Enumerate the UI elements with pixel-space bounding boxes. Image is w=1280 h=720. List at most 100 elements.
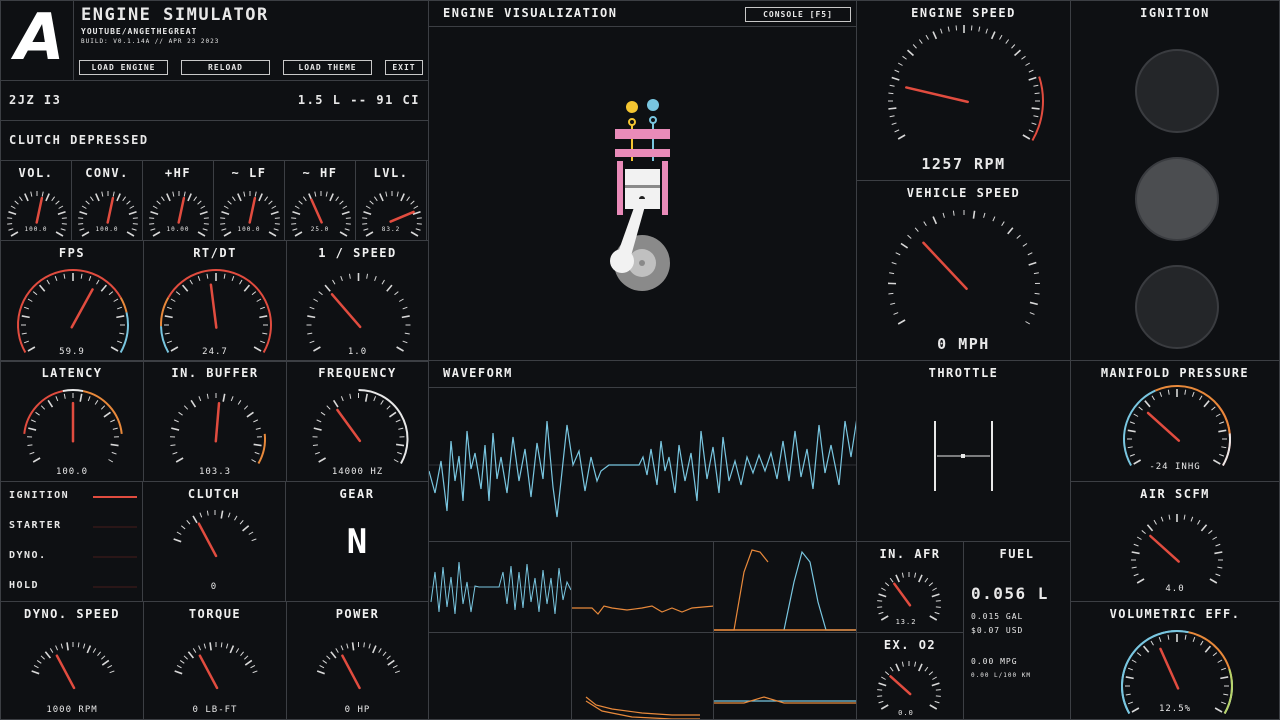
perf_gauges-value: 1.0: [347, 347, 368, 357]
audio_gauges-panel-1: CONV. 100.0: [71, 160, 143, 241]
ignition-title: IGNITION: [1140, 6, 1210, 20]
gauge-needle: [214, 401, 221, 443]
logo: A: [1, 1, 74, 80]
dyno_gauges-panel-0: DYNO. SPEED 1000 RPM: [0, 601, 144, 720]
audio_gauges-panel-0: VOL. 100.0: [0, 160, 72, 241]
ignition-label[interactable]: IGNITION: [9, 490, 69, 501]
scope-3-plot: [714, 549, 856, 631]
volumetric-eff-panel: VOLUMETRIC EFF. 12.5%: [1070, 601, 1280, 720]
starter-indicator: [93, 526, 137, 528]
ignition-indicator: [93, 496, 137, 498]
dyno_gauges-panel-1: TORQUE 0 LB-FT: [143, 601, 287, 720]
engine-name: 2JZ I3: [9, 93, 62, 107]
channel-text: YOUTUBE/ANGETHEGREAT: [81, 27, 198, 36]
scope-1: [428, 541, 572, 633]
gauge-needle: [106, 196, 115, 224]
gauge-needle: [70, 288, 94, 329]
fuel-panel: FUEL 0.056 L 0.015 GAL $0.07 USD 0.00 MP…: [963, 541, 1071, 720]
audio_gauges-value: 100.0: [237, 226, 261, 233]
audio_gauges-value: 83.2: [381, 226, 401, 233]
gear-title: GEAR: [339, 487, 375, 501]
vehicle-speed-panel: VEHICLE SPEED 0 MPH: [856, 180, 1071, 361]
app-title: ENGINE SIMULATOR: [81, 5, 269, 25]
audio_stats-gauge: [312, 389, 409, 464]
gauge-needle: [198, 654, 219, 690]
perf_gauges-gauge: [306, 273, 411, 352]
gear-value: N: [346, 522, 368, 562]
throttle-indicator: [934, 421, 993, 491]
scope-5-plot: [585, 696, 700, 719]
dyno_gauges-gauge: [174, 642, 258, 690]
gauge-needle: [336, 408, 362, 443]
audio_stats-panel-0: LATENCY 100.0: [0, 360, 144, 482]
dyno_gauges-panel-2: POWER 0 HP: [286, 601, 429, 720]
dyno-indicator: [93, 556, 137, 558]
gauge-needle: [889, 675, 912, 696]
dyno_gauges-value: 1000 RPM: [46, 705, 98, 715]
gauge-needle: [1146, 411, 1181, 442]
engine-info-panel: 2JZ I3 1.5 L -- 91 CI: [0, 80, 429, 121]
gauge-needle: [922, 241, 968, 291]
fuel-cost: $0.07 USD: [971, 626, 1024, 635]
audio_stats-value: 103.3: [198, 467, 232, 477]
throttle-panel: THROTTLE: [856, 360, 1071, 542]
perf_gauges-value: 24.7: [202, 347, 228, 357]
scope-6: [713, 632, 857, 720]
gauge-needle: [310, 198, 323, 224]
starter-label[interactable]: STARTER: [9, 520, 62, 531]
scope-5: [571, 632, 714, 720]
audio_stats-panel-1: IN. BUFFER 103.3: [143, 360, 287, 482]
clutch-gauge-value: 0: [210, 582, 218, 592]
gauge-needle: [905, 86, 969, 104]
engine-speed-gauge: [888, 25, 1044, 141]
scope-1-plot: [429, 561, 571, 615]
manifold-pressure-panel: MANIFOLD PRESSURE -24 INHG: [1070, 360, 1280, 482]
header-panel: A ENGINE SIMULATOR YOUTUBE/ANGETHEGREAT …: [0, 0, 429, 81]
vehicle-speed-readout: 0 MPH: [937, 335, 990, 353]
scope-3: [713, 541, 857, 633]
gauge-needle: [1149, 534, 1180, 563]
controls-panel: IGNITION STARTER DYNO. HOLD: [0, 481, 143, 602]
ex-o2-panel: EX. O2 0.0: [856, 632, 964, 720]
build-text: BUILD: V0.1.14A // APR 23 2023: [81, 38, 220, 45]
reload-button[interactable]: RELOAD: [181, 60, 270, 75]
gauge-needle: [177, 196, 186, 224]
air-scfm-panel: AIR SCFM 4.0: [1070, 481, 1280, 602]
gauge-needle: [35, 196, 44, 224]
vehicle-speed-gauge: [888, 210, 1040, 325]
audio_stats-gauge: [170, 393, 266, 464]
audio_gauges-value: 100.0: [24, 226, 48, 233]
audio_gauges-panel-5: LVL. 83.2: [355, 160, 427, 241]
engine-speed-readout: 1257 RPM: [921, 155, 1006, 173]
perf_gauges-gauge: [17, 269, 129, 353]
clutch-status-text: CLUTCH DEPRESSED: [9, 133, 149, 147]
hold-indicator: [93, 586, 137, 588]
load-theme-button[interactable]: LOAD THEME: [283, 60, 372, 75]
gauge-needle: [893, 582, 912, 607]
audio_stats-gauge: [23, 389, 123, 463]
in-afr-panel: IN. AFR 13.2: [856, 541, 964, 633]
waveform-plot: [429, 420, 856, 518]
dyno-label[interactable]: DYNO.: [9, 550, 47, 561]
load-engine-button[interactable]: LOAD ENGINE: [79, 60, 168, 75]
audio_stats-value: 100.0: [55, 467, 89, 477]
scope-6-plot: [714, 696, 856, 704]
fuel-lkm: 0.00 L/100 KM: [971, 672, 1031, 679]
engine-speed-panel: ENGINE SPEED 1257 RPM: [856, 0, 1071, 181]
perf_gauges-panel-0: FPS 59.9: [0, 240, 144, 362]
hold-label[interactable]: HOLD: [9, 580, 39, 591]
scope-2: [571, 541, 714, 633]
ignition-light-3: [1135, 265, 1219, 349]
engine-cylinder-graphic: [610, 99, 670, 291]
perf_gauges-gauge: [160, 269, 272, 353]
scope-2-plot: [572, 605, 713, 615]
logo-glyph: A: [15, 1, 65, 75]
clutch-status-panel: CLUTCH DEPRESSED: [0, 120, 429, 161]
fuel-volume: 0.056 L: [971, 584, 1049, 603]
audio_gauges-value: 10.00: [166, 226, 190, 233]
audio_gauges-value: 25.0: [310, 226, 330, 233]
audio_gauges-panel-2: +HF 10.00: [142, 160, 214, 241]
in-afr-value: 13.2: [895, 618, 917, 626]
exit-button[interactable]: EXIT: [385, 60, 423, 75]
audio_stats-panel-2: FREQUENCY 14000 HZ: [286, 360, 429, 482]
